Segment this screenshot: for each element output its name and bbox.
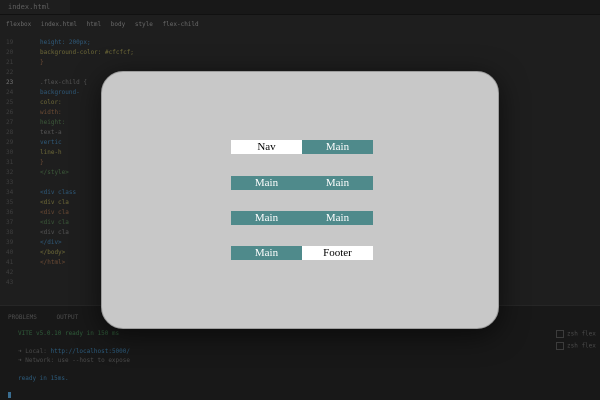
terminal-line: VITE v5.0.10 ready in 150 ms: [18, 330, 119, 337]
flex-child: Main: [302, 211, 373, 225]
flex-row: Main Main: [231, 211, 373, 225]
terminal-instance[interactable]: zsh flex: [556, 330, 596, 338]
terminal-instance[interactable]: zsh flex: [556, 342, 596, 350]
flex-child: Main: [231, 211, 302, 225]
code-text: vertic: [40, 139, 62, 146]
code-line[interactable]: 19 height: 200px;: [0, 38, 600, 48]
terminal-line: ➜ Local: http://localhost:5000/: [18, 348, 130, 355]
terminal-ready-line: ready in 15ms.: [18, 375, 69, 382]
terminal-local-url[interactable]: http://localhost:5000/: [51, 348, 130, 355]
breadcrumb-item[interactable]: body: [111, 21, 125, 28]
flex-child: Main: [302, 176, 373, 190]
terminal-line: ready in 15ms.: [18, 375, 69, 382]
code-text: </div>: [40, 239, 62, 246]
code-text: <div cla: [40, 209, 69, 216]
line-number: 22: [6, 69, 14, 76]
flex-child: Main: [231, 176, 302, 190]
line-number: 42: [6, 269, 14, 276]
line-number: 37: [6, 219, 14, 226]
editor-tab-bar: index.html: [0, 0, 600, 15]
code-text: .flex-child {: [40, 79, 87, 86]
code-line[interactable]: 21}: [0, 58, 600, 68]
flex-row: Nav Main: [231, 140, 373, 154]
flex-child: Nav: [231, 140, 302, 154]
line-number: 31: [6, 159, 14, 166]
terminal-hint: use --host to expose: [57, 357, 130, 364]
code-text: <div cla: [40, 199, 69, 206]
line-number: 28: [6, 129, 14, 136]
line-number: 41: [6, 259, 14, 266]
breadcrumb-item[interactable]: flexbox: [6, 21, 31, 28]
code-line[interactable]: 20 background-color: #cfcfcf;: [0, 48, 600, 58]
line-number: 35: [6, 199, 14, 206]
breadcrumb-item[interactable]: html: [87, 21, 101, 28]
editor-tab[interactable]: index.html: [0, 0, 70, 14]
code-text: text-a: [40, 129, 62, 136]
code-text: <div cla: [40, 219, 69, 226]
terminal-instance-label: zsh flex: [567, 342, 596, 350]
line-number: 40: [6, 249, 14, 256]
flex-child: Main: [231, 246, 302, 260]
line-number: 20: [6, 49, 14, 56]
line-number: 21: [6, 59, 14, 66]
code-text: width:: [40, 109, 62, 116]
terminal-instance-label: zsh flex: [567, 330, 596, 338]
line-number: 27: [6, 119, 14, 126]
line-number: 43: [6, 279, 14, 286]
terminal-label: ➜ Local:: [18, 348, 47, 355]
code-text: }: [40, 59, 44, 66]
code-text: </html>: [40, 259, 66, 266]
line-number: 26: [6, 109, 14, 116]
breadcrumb: flexbox index.html html body style flex-…: [6, 21, 205, 31]
code-text: color:: [40, 99, 62, 106]
flex-child: Footer: [302, 246, 373, 260]
breadcrumb-item[interactable]: style: [135, 21, 153, 28]
code-text: <div class: [40, 189, 77, 196]
flex-child: Main: [302, 140, 373, 154]
code-text: <div cla: [40, 229, 69, 236]
line-number: 30: [6, 149, 14, 156]
line-number: 39: [6, 239, 14, 246]
line-number: 32: [6, 169, 14, 176]
breadcrumb-item[interactable]: flex-child: [163, 21, 199, 28]
panel-tabs: PROBLEMS OUTPUT: [8, 314, 94, 321]
line-number: 29: [6, 139, 14, 146]
line-number: 34: [6, 189, 14, 196]
flex-row: Main Footer: [231, 246, 373, 260]
code-text: </body>: [40, 249, 66, 256]
code-text: background-: [40, 89, 80, 96]
terminal-icon: [556, 342, 564, 350]
terminal-icon: [556, 330, 564, 338]
panel-tab[interactable]: PROBLEMS: [8, 314, 37, 321]
line-number: 24: [6, 89, 14, 96]
line-number: 38: [6, 229, 14, 236]
code-text: </style>: [40, 169, 69, 176]
line-number: 33: [6, 179, 14, 186]
flex-row: Main Main: [231, 176, 373, 190]
line-number: 23: [6, 79, 14, 86]
code-text: height: 200px;: [40, 39, 91, 46]
line-number: 36: [6, 209, 14, 216]
terminal-cursor: [8, 392, 11, 398]
line-number: 19: [6, 39, 14, 46]
terminal-vite-line: VITE v5.0.10 ready in 150 ms: [18, 330, 120, 337]
code-text: height:: [40, 119, 66, 126]
code-text: line-h: [40, 149, 62, 156]
code-text: }: [40, 159, 44, 166]
panel-tab[interactable]: OUTPUT: [57, 314, 79, 321]
code-text: background-color: #cfcfcf;: [40, 49, 134, 56]
breadcrumb-item[interactable]: index.html: [41, 21, 77, 28]
line-number: 25: [6, 99, 14, 106]
terminal-line: ➜ Network: use --host to expose: [18, 357, 130, 364]
flex-container-preview: Nav Main Main Main Main Main Main Footer: [101, 71, 499, 329]
terminal-label: ➜ Network:: [18, 357, 55, 364]
